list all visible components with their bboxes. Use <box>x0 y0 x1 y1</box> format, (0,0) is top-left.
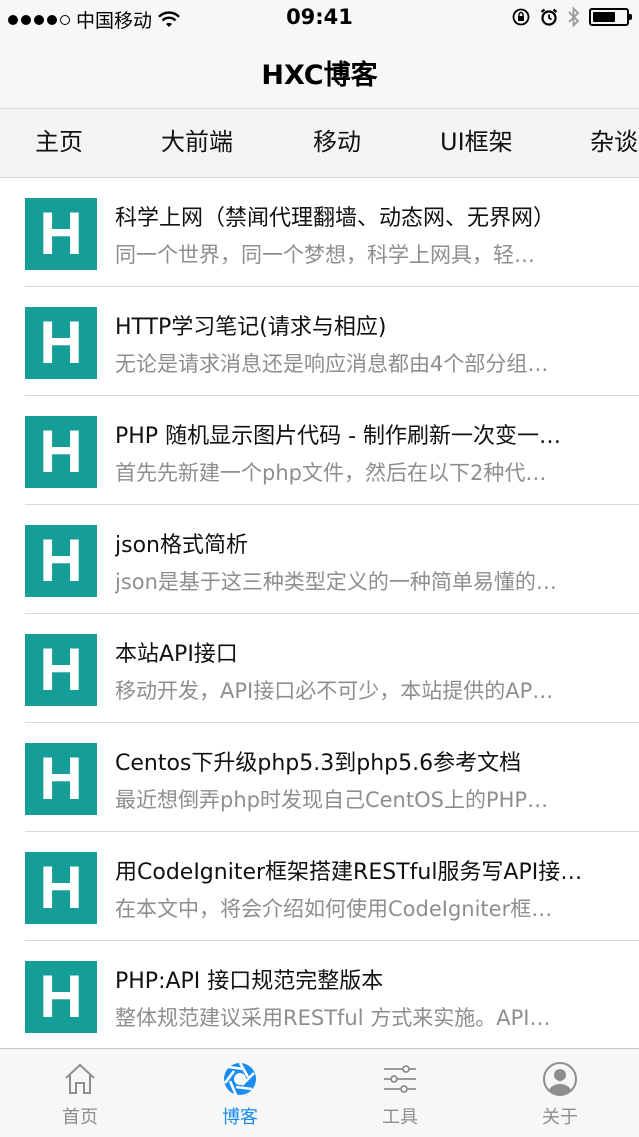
tab-home[interactable]: 首页 <box>0 1049 160 1137</box>
tab-label: 关于 <box>542 1107 578 1128</box>
user-icon <box>543 1062 577 1096</box>
article-thumbnail: H <box>25 307 97 379</box>
article-title: 用CodeIgniter框架搭建RESTful服务写API接… <box>115 860 583 885</box>
article-title: json格式简析 <box>115 533 248 558</box>
article-title: Centos下升级php5.3到php5.6参考文档 <box>115 751 522 776</box>
orientation-lock-icon <box>512 8 530 26</box>
category-tab-home[interactable]: 主页 <box>35 109 83 177</box>
article-title: HTTP学习笔记(请求与相应) <box>115 315 387 340</box>
article-thumbnail: H <box>25 198 97 270</box>
article-summary: 移动开发，API接口必不可少，本站提供的AP… <box>115 679 554 703</box>
article-thumbnail: H <box>25 852 97 924</box>
article-summary: 首先先新建一个php文件，然后在以下2种代… <box>115 461 547 485</box>
article-summary: 整体规范建议采用RESTful 方式来实施。API… <box>115 1006 551 1030</box>
article-summary: 无论是请求消息还是响应消息都由4个部分组… <box>115 352 549 376</box>
article-thumbnail: H <box>25 743 97 815</box>
category-tab-mobile[interactable]: 移动 <box>313 109 361 177</box>
status-right <box>511 6 632 28</box>
tab-blog[interactable]: 博客 <box>160 1049 320 1137</box>
article-thumbnail: H <box>25 525 97 597</box>
tab-label: 首页 <box>62 1107 98 1128</box>
article-row[interactable]: H PHP 随机显示图片代码 - 制作刷新一次变一… 首先先新建一个php文件，… <box>0 396 639 505</box>
bluetooth-icon <box>568 6 580 28</box>
article-thumbnail: H <box>25 634 97 706</box>
tab-about[interactable]: 关于 <box>480 1049 639 1137</box>
article-row[interactable]: H json格式简析 json是基于这三种类型定义的一种简单易懂的… <box>0 505 639 614</box>
article-row[interactable]: H 本站API接口 移动开发，API接口必不可少，本站提供的AP… <box>0 614 639 723</box>
article-summary: 同一个世界，同一个梦想，科学上网具，轻… <box>115 243 535 267</box>
category-tab-frontend[interactable]: 大前端 <box>161 109 233 177</box>
alarm-icon <box>540 8 558 26</box>
battery-icon <box>589 8 632 26</box>
category-tab-ui[interactable]: UI框架 <box>440 109 513 177</box>
article-summary: json是基于这三种类型定义的一种简单易懂的… <box>115 570 557 594</box>
article-title: 科学上网（禁闻代理翻墙、动态网、无界网） <box>115 206 556 231</box>
page-title: HXC博客 <box>261 59 378 91</box>
article-row[interactable]: H Centos下升级php5.3到php5.6参考文档 最近想倒弄php时发现… <box>0 723 639 832</box>
article-row[interactable]: H 科学上网（禁闻代理翻墙、动态网、无界网） 同一个世界，同一个梦想，科学上网具… <box>0 178 639 287</box>
article-thumbnail: H <box>25 961 97 1033</box>
article-row[interactable]: H PHP:API 接口规范完整版本 整体规范建议采用RESTful 方式来实施… <box>0 941 639 1048</box>
aperture-icon <box>223 1062 256 1096</box>
bottom-tab-bar: 首页 博客 工具 关于 <box>0 1048 639 1137</box>
article-title: 本站API接口 <box>115 642 238 667</box>
article-thumbnail: H <box>25 416 97 488</box>
article-summary: 在本文中，将会介绍如何使用CodeIgniter框… <box>115 897 553 921</box>
tab-tools[interactable]: 工具 <box>320 1049 480 1137</box>
home-icon <box>65 1063 95 1094</box>
category-tabs: 主页 大前端 移动 UI框架 杂谈 <box>0 109 639 178</box>
article-title: PHP 随机显示图片代码 - 制作刷新一次变一… <box>115 424 561 449</box>
article-row[interactable]: H 用CodeIgniter框架搭建RESTful服务写API接… 在本文中，将… <box>0 832 639 941</box>
article-list: H 科学上网（禁闻代理翻墙、动态网、无界网） 同一个世界，同一个梦想，科学上网具… <box>0 178 639 1048</box>
navigation-bar: HXC博客 <box>0 36 639 109</box>
status-bar: 中国移动 09:41 <box>0 0 639 36</box>
article-row[interactable]: H HTTP学习笔记(请求与相应) 无论是请求消息还是响应消息都由4个部分组… <box>0 287 639 396</box>
article-title: PHP:API 接口规范完整版本 <box>115 969 384 994</box>
category-tab-misc[interactable]: 杂谈 <box>590 109 638 177</box>
article-summary: 最近想倒弄php时发现自己CentOS上的PHP… <box>115 788 549 812</box>
tab-label: 工具 <box>382 1107 418 1128</box>
tab-label: 博客 <box>222 1107 258 1128</box>
sliders-icon <box>384 1065 416 1093</box>
